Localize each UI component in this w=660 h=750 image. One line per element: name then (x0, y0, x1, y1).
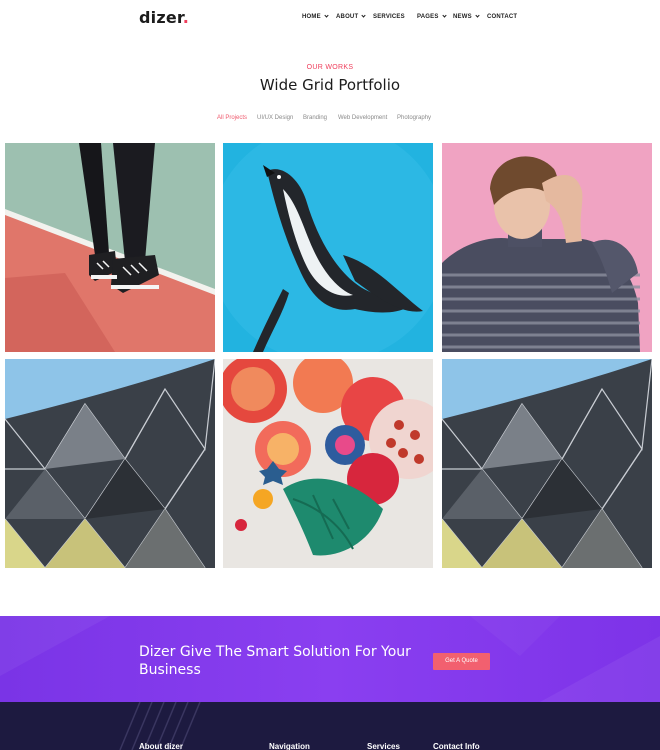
colorful-paper-art-photo (223, 359, 433, 568)
nav-item-about[interactable]: ABOUT (336, 13, 366, 20)
young-man-pink-wall-photo (442, 143, 652, 352)
chevron-down-icon (441, 13, 447, 18)
footer-heading-contact: Contact Info (433, 742, 480, 750)
footer-heading-navigation: Navigation (269, 742, 310, 750)
filter-web-development[interactable]: Web Development (338, 115, 387, 121)
cta-heading: Dizer Give The Smart Solution For Your B… (139, 644, 411, 678)
chevron-down-icon (361, 13, 366, 18)
portfolio-item-building-1[interactable] (5, 359, 215, 568)
geometric-building-facade-photo (5, 359, 215, 568)
footer-heading-services: Services (367, 742, 400, 750)
nav-item-home[interactable]: HOME (302, 13, 329, 20)
main-nav: HOME ABOUT SERVICES PAGES NEWS CONTACT (0, 13, 660, 26)
portfolio-item-building-2[interactable] (442, 359, 652, 568)
portfolio-filters: All Projects UI/UX Design Branding Web D… (0, 115, 660, 125)
penguin-underwater-photo (223, 143, 433, 352)
cta-banner: Dizer Give The Smart Solution For Your B… (0, 616, 660, 702)
filter-ui-ux-design[interactable]: UI/UX Design (257, 115, 293, 121)
portfolio-item-penguin[interactable] (223, 143, 433, 352)
chevron-down-icon (475, 13, 480, 18)
filter-branding[interactable]: Branding (303, 115, 327, 121)
site-footer: About dizer Navigation Services Contact … (0, 702, 660, 750)
chevron-down-icon (324, 13, 329, 18)
portfolio-item-paper-art[interactable] (223, 359, 433, 568)
nav-item-contact[interactable]: CONTACT (487, 14, 517, 20)
geometric-building-facade-photo (442, 359, 652, 568)
footer-heading-about: About dizer (139, 742, 183, 750)
filter-all-projects[interactable]: All Projects (217, 115, 247, 121)
sneakers-on-court-photo (5, 143, 215, 352)
get-a-quote-button[interactable]: Get A Quote (433, 653, 490, 670)
section-eyebrow: OUR WORKS (306, 64, 354, 71)
portfolio-item-portrait[interactable] (442, 143, 652, 352)
site-header: dizer. HOME ABOUT SERVICES PAGES NEWS CO… (0, 0, 660, 38)
nav-item-pages[interactable]: PAGES (417, 13, 447, 20)
portfolio-item-sneakers[interactable] (5, 143, 215, 352)
section-title: Wide Grid Portfolio (259, 76, 401, 94)
nav-item-news[interactable]: NEWS (453, 13, 480, 20)
filter-photography[interactable]: Photography (397, 115, 431, 121)
nav-item-services[interactable]: SERVICES (373, 14, 405, 20)
